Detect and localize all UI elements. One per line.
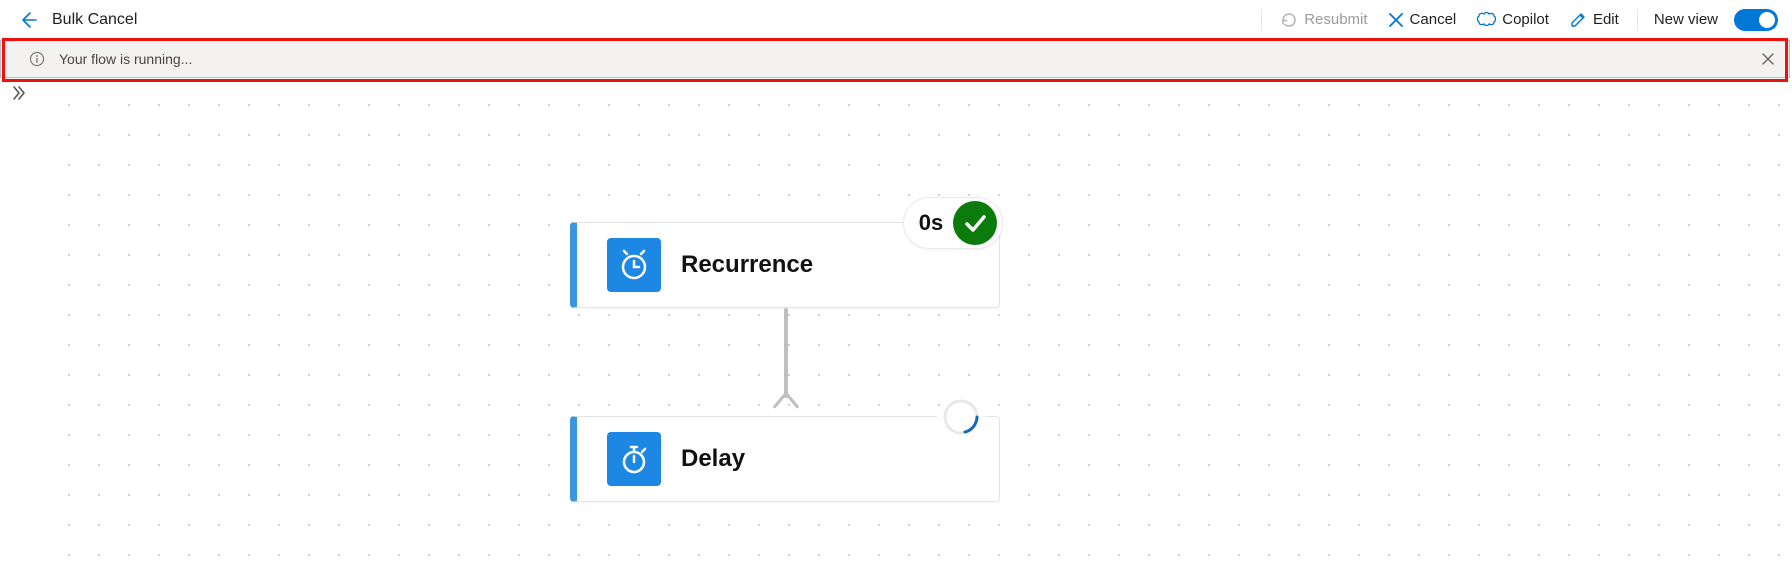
flow-connector [784,308,788,398]
copilot-label: Copilot [1502,11,1549,28]
pencil-icon [1569,11,1587,29]
stopwatch-icon [607,432,661,486]
node-delay[interactable]: Delay [570,416,1000,502]
expand-panel-icon[interactable] [10,84,28,102]
resubmit-label: Resubmit [1304,11,1367,28]
copilot-button[interactable]: Copilot [1474,7,1551,33]
clock-recurrence-icon [607,238,661,292]
back-arrow-icon[interactable] [18,10,38,30]
close-icon [1388,12,1404,28]
resubmit-button: Resubmit [1278,7,1369,33]
banner-message: Your flow is running... [59,51,192,67]
edit-button[interactable]: Edit [1567,7,1621,33]
copilot-icon [1476,11,1496,29]
banner-close-icon[interactable] [1761,52,1775,66]
refresh-icon [1280,11,1298,29]
new-view-label: New view [1654,11,1718,28]
designer-canvas-wrap: 0s Recurrence Delay [0,78,1792,583]
status-banner: Your flow is running... [0,40,1790,78]
info-icon [29,51,45,67]
cancel-label: Cancel [1410,11,1457,28]
arrow-part [773,393,787,409]
separator [1261,9,1262,31]
designer-canvas[interactable]: 0s Recurrence Delay [46,78,1792,583]
node-recurrence[interactable]: 0s Recurrence [570,222,1000,308]
new-view-toggle[interactable] [1734,9,1778,31]
arrow-part [786,393,800,409]
success-check-icon [953,201,997,245]
running-spinner-icon [937,393,985,441]
separator [1637,9,1638,31]
edit-label: Edit [1593,11,1619,28]
duration-text: 0s [919,210,943,236]
cancel-button[interactable]: Cancel [1386,7,1459,32]
page-title: Bulk Cancel [52,11,137,29]
status-badge: 0s [903,197,1003,249]
toolbar: Bulk Cancel Resubmit Cancel Copilot Ed [0,0,1792,40]
node-label: Recurrence [681,251,813,279]
node-label: Delay [681,445,745,473]
